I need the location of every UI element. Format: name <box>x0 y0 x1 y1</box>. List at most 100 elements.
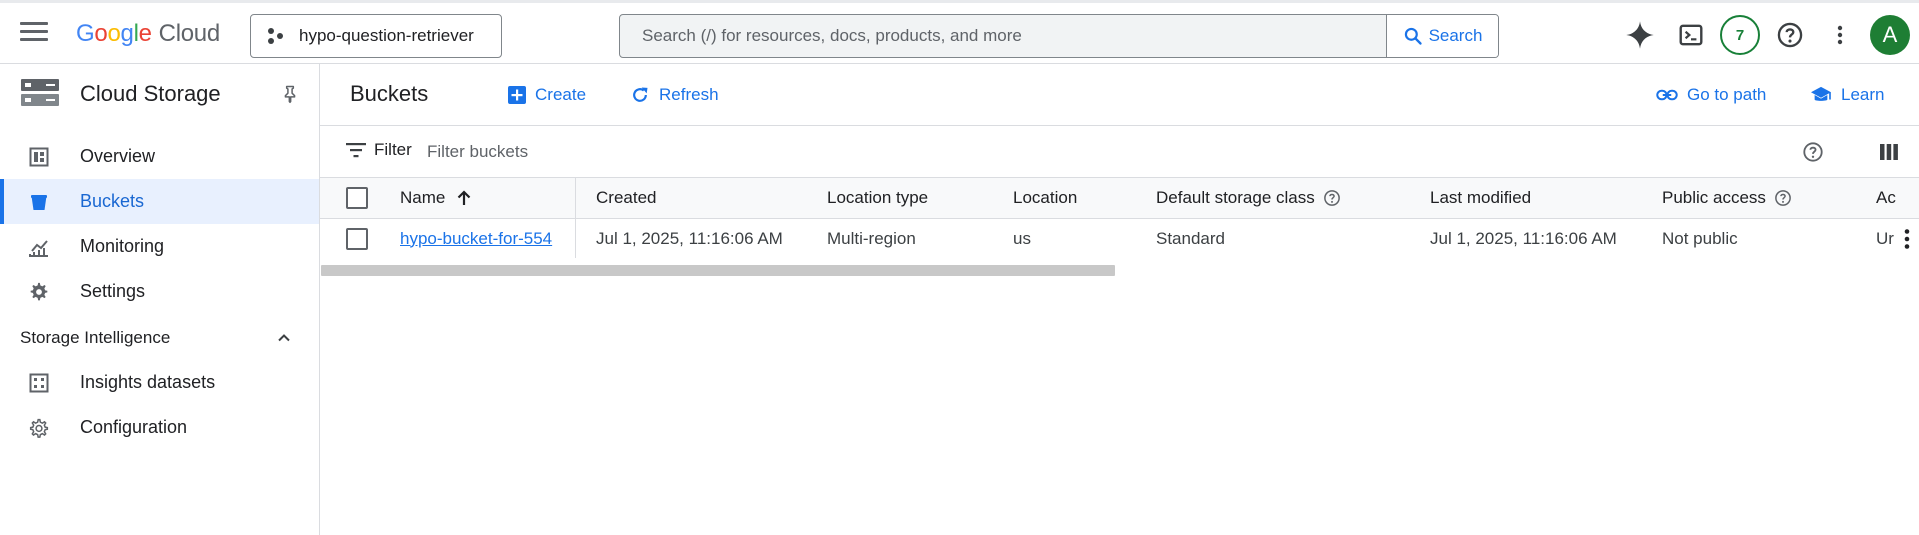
pin-icon[interactable] <box>280 84 300 104</box>
search-icon <box>1404 27 1422 45</box>
go-to-path-label: Go to path <box>1687 85 1767 104</box>
project-icon <box>267 27 285 45</box>
search-button-label: Search <box>1428 26 1483 45</box>
account-avatar-button[interactable]: A <box>1870 15 1910 55</box>
avatar: A <box>1870 15 1910 55</box>
more-vert-icon <box>1904 228 1910 249</box>
column-header-label: Public access <box>1662 188 1766 207</box>
help-icon[interactable] <box>1802 141 1824 163</box>
sort-ascending-icon <box>458 190 471 205</box>
google-cloud-logo[interactable]: Google Cloud <box>76 17 220 51</box>
sidebar-item-settings[interactable]: Settings <box>0 269 319 314</box>
logo-letter: e <box>138 20 152 47</box>
go-to-path-button[interactable]: Go to path <box>1656 80 1766 110</box>
gemini-spark-icon[interactable] <box>1620 15 1660 55</box>
logo-product: Cloud <box>158 20 221 47</box>
bucket-icon <box>28 191 50 213</box>
notifications-count: 7 <box>1720 15 1760 55</box>
column-header-storage-class[interactable]: Default storage class <box>1156 178 1341 218</box>
column-header-public-access[interactable]: Public access <box>1662 178 1792 218</box>
location-type-cell: Multi-region <box>827 228 916 248</box>
sidebar-item-configuration[interactable]: Configuration <box>0 405 319 450</box>
table-header-row: Name Created Location type Location Defa… <box>320 178 1919 219</box>
gear-icon <box>28 281 50 303</box>
search-button[interactable]: Search <box>1386 15 1498 57</box>
sidebar-header: Cloud Storage <box>0 64 319 124</box>
more-vert-icon[interactable] <box>1820 15 1860 55</box>
dataset-icon <box>28 372 50 394</box>
row-select-cell <box>346 219 368 258</box>
sidebar-item-label: Buckets <box>80 191 145 211</box>
help-icon[interactable] <box>1774 189 1792 207</box>
column-header-name[interactable]: Name <box>400 178 473 218</box>
filter-label: Filter <box>374 140 412 159</box>
filter-bar: Filter <box>320 126 1919 178</box>
create-button-label: Create <box>535 85 587 104</box>
refresh-button-label: Refresh <box>659 85 719 104</box>
learn-button[interactable]: Learn <box>1810 80 1884 110</box>
notifications-badge[interactable]: 7 <box>1720 15 1760 55</box>
logo-letter: G <box>76 20 95 47</box>
column-header-label: Location type <box>827 188 929 207</box>
bucket-name-cell: hypo-bucket-for-554 <box>400 219 552 258</box>
dashboard-icon <box>28 146 50 168</box>
logo-letter: o <box>94 20 108 47</box>
select-all-cell <box>346 178 368 218</box>
storage-intelligence-section[interactable]: Storage Intelligence <box>0 316 319 360</box>
sidebar-item-insights-datasets[interactable]: Insights datasets <box>0 360 319 405</box>
add-box-icon <box>508 86 526 104</box>
sidebar-item-overview[interactable]: Overview <box>0 134 319 179</box>
row-actions-button[interactable] <box>1895 219 1919 258</box>
monitoring-icon <box>28 236 50 258</box>
filter-button[interactable]: Filter <box>346 140 412 160</box>
filter-input[interactable] <box>427 136 1027 168</box>
main-content: Buckets Create Refresh Go to path Learn … <box>320 64 1919 535</box>
column-divider <box>575 178 576 258</box>
sidebar-item-label: Settings <box>80 281 146 301</box>
refresh-button[interactable]: Refresh <box>630 80 719 110</box>
cloud-shell-icon[interactable] <box>1671 15 1711 55</box>
column-header-location-type[interactable]: Location type <box>827 178 928 218</box>
buckets-table: Name Created Location type Location Defa… <box>320 178 1919 258</box>
search-bar: Search <box>619 14 1499 58</box>
column-header-last-modified[interactable]: Last modified <box>1430 178 1531 218</box>
page-header: Buckets Create Refresh Go to path Learn <box>320 64 1919 126</box>
column-header-location[interactable]: Location <box>1013 178 1077 218</box>
sidebar-item-label: Overview <box>80 146 156 166</box>
column-header-label: Location <box>1013 188 1078 207</box>
page-title: Buckets <box>350 81 429 106</box>
help-icon[interactable] <box>1770 15 1810 55</box>
horizontal-scrollbar[interactable] <box>321 265 1115 276</box>
sidebar-item-monitoring[interactable]: Monitoring <box>0 224 319 269</box>
school-icon <box>1811 86 1831 101</box>
refresh-icon <box>633 87 648 102</box>
menu-icon[interactable] <box>20 22 48 46</box>
link-icon <box>1656 89 1678 101</box>
table-row[interactable]: hypo-bucket-for-554 Jul 1, 2025, 11:16:0… <box>320 219 1919 258</box>
project-name: hypo-question-retriever <box>299 26 474 45</box>
storage-class-cell: Standard <box>1156 228 1225 248</box>
created-cell: Jul 1, 2025, 11:16:06 AM <box>596 228 783 248</box>
sidebar-item-buckets[interactable]: Buckets <box>0 179 319 224</box>
last-modified-cell: Jul 1, 2025, 11:16:06 AM <box>1430 228 1617 248</box>
column-header-label: Name <box>400 188 446 207</box>
logo-letter: o <box>107 20 121 47</box>
project-selector[interactable]: hypo-question-retriever <box>250 14 502 58</box>
config-gear-icon <box>28 417 50 439</box>
select-all-checkbox[interactable] <box>346 187 368 209</box>
sidebar: Cloud Storage Overview Buckets Monitorin… <box>0 64 320 535</box>
search-input[interactable] <box>620 15 1386 57</box>
top-bar: Google Cloud hypo-question-retriever Sea… <box>0 0 1919 64</box>
column-header-created[interactable]: Created <box>596 178 656 218</box>
create-button[interactable]: Create <box>508 80 586 110</box>
sidebar-item-label: Configuration <box>80 417 188 437</box>
row-checkbox[interactable] <box>346 227 368 250</box>
sidebar-item-label: Monitoring <box>80 236 165 256</box>
bucket-name-link[interactable]: hypo-bucket-for-554 <box>400 229 552 249</box>
help-icon[interactable] <box>1323 189 1341 207</box>
learn-button-label: Learn <box>1841 85 1885 104</box>
column-display-icon[interactable] <box>1879 142 1899 162</box>
column-header-access-control[interactable]: Ac <box>1876 178 1896 218</box>
logo-letter: g <box>120 20 134 47</box>
public-access-cell: Not public <box>1662 228 1738 248</box>
